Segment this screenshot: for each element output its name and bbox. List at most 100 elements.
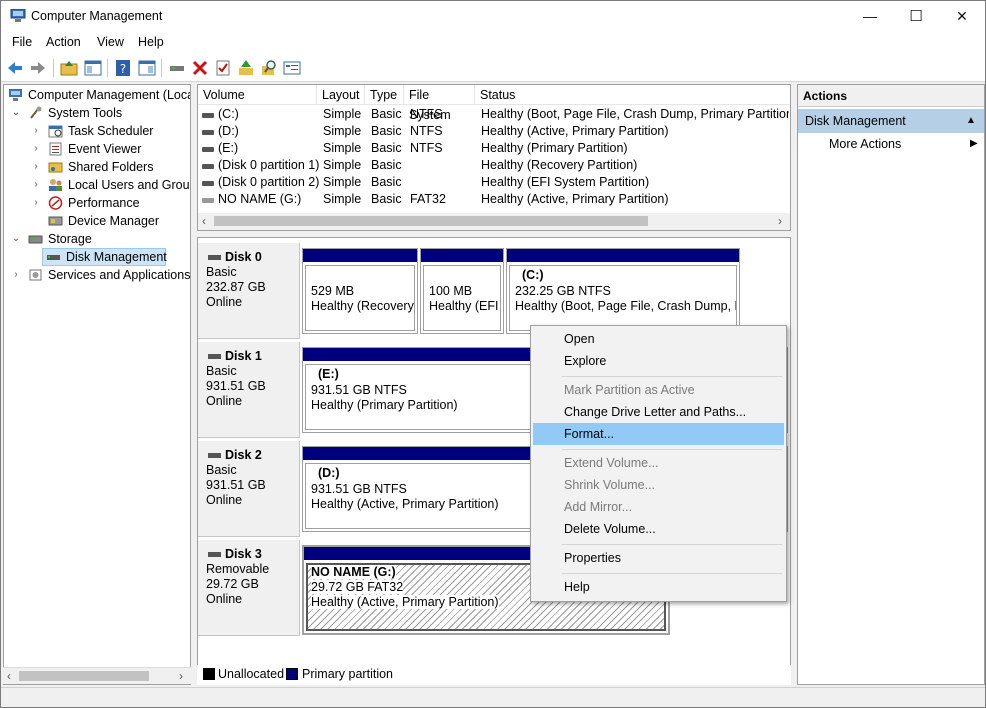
toolbar-separator <box>107 59 108 77</box>
tree-item-label: System Tools <box>48 106 123 120</box>
column-header-volume[interactable]: Volume <box>198 85 317 105</box>
tree-item-device-manager[interactable]: Device Manager <box>6 212 190 230</box>
tree-item-label: Services and Applications <box>48 268 191 282</box>
menu-item-properties[interactable]: Properties <box>533 547 784 569</box>
scroll-left-icon[interactable]: ‹ <box>202 214 206 228</box>
title-bar: Computer Management — ☐ ✕ <box>1 1 985 32</box>
menu-item-delete-volume[interactable]: Delete Volume... <box>533 518 784 540</box>
collapse-up-icon[interactable]: ▲ <box>966 109 976 133</box>
cell-status: Healthy (Active, Primary Partition) <box>481 192 669 206</box>
chevron-right-icon[interactable]: › <box>30 122 42 140</box>
tree-item-label: Storage <box>48 232 92 246</box>
chevron-right-icon[interactable]: › <box>30 158 42 176</box>
chevron-down-icon[interactable]: ⌄ <box>10 230 22 248</box>
column-header-file-system[interactable]: File System <box>404 85 475 122</box>
chevron-right-icon[interactable]: › <box>30 176 42 194</box>
more-actions-label: More Actions <box>829 137 902 151</box>
cell-file-system: NTFS <box>410 107 443 121</box>
properties-icon[interactable] <box>282 58 302 78</box>
actions-section-disk-management[interactable]: Disk Management ▲ <box>798 109 984 133</box>
submenu-arrow-icon[interactable]: ▶ <box>970 138 978 149</box>
tree-item-computer-management[interactable]: Computer Management (Local <box>6 86 190 104</box>
partition-disk0-efi[interactable]: 100 MB Healthy (EFI S <box>420 248 504 334</box>
column-header-status[interactable]: Status <box>475 85 790 105</box>
chevron-down-icon[interactable]: ⌄ <box>10 104 22 122</box>
menu-item-change-drive-letter[interactable]: Change Drive Letter and Paths... <box>533 401 784 423</box>
partition-disk0-recovery[interactable]: 529 MB Healthy (Recovery F <box>302 248 418 334</box>
disk-icon <box>208 354 221 359</box>
scroll-right-icon[interactable]: › <box>778 214 782 228</box>
menu-separator <box>562 544 782 545</box>
menu-file[interactable]: File <box>12 35 32 49</box>
column-header-type[interactable]: Type <box>365 85 404 105</box>
chevron-right-icon[interactable]: › <box>30 140 42 158</box>
show-pane-icon[interactable] <box>137 58 157 78</box>
search-icon[interactable] <box>259 58 279 78</box>
primary-partition-bar <box>507 249 739 262</box>
cell-volume: (C:) <box>218 107 239 121</box>
partition-status: Healthy (EFI S <box>429 299 500 313</box>
partition-size: 529 MB <box>311 284 355 298</box>
scrollbar-thumb[interactable] <box>214 216 648 226</box>
back-icon[interactable] <box>5 58 25 78</box>
volume-icon <box>202 164 214 169</box>
menu-item-open[interactable]: Open <box>533 328 784 350</box>
partition-status: Healthy (Active, Primary Partition) <box>311 497 499 511</box>
up-folder-icon[interactable] <box>59 58 79 78</box>
column-header-layout[interactable]: Layout <box>317 85 365 105</box>
chevron-right-icon[interactable]: › <box>30 194 42 212</box>
scrollbar-thumb[interactable] <box>19 671 149 681</box>
menu-separator <box>562 573 782 574</box>
cell-layout: Simple <box>323 158 362 172</box>
tree-item-task-scheduler[interactable]: › Task Scheduler <box>6 122 190 140</box>
disk-2-info[interactable]: Disk 2 Basic 931.51 GB Online <box>198 441 300 537</box>
tree-horizontal-scrollbar[interactable]: ‹ › <box>3 667 191 684</box>
cell-layout: Simple <box>323 107 362 121</box>
cell-layout: Simple <box>323 124 362 138</box>
disk-type: Basic <box>206 265 237 279</box>
menu-item-format[interactable]: Format... <box>533 423 784 445</box>
minimize-button[interactable]: — <box>847 1 893 32</box>
disk-3-info[interactable]: Disk 3 Removable 29.72 GB Online <box>198 540 300 636</box>
tree-item-label: Task Scheduler <box>68 124 154 138</box>
disk-0-info[interactable]: Disk 0 Basic 232.87 GB Online <box>198 243 300 339</box>
tree-item-local-users-groups[interactable]: › Local Users and Groups <box>6 176 190 194</box>
maximize-button[interactable]: ☐ <box>893 1 939 32</box>
volume-icon <box>202 113 214 118</box>
menu-view[interactable]: View <box>97 35 124 49</box>
tree-item-system-tools[interactable]: ⌄ System Tools <box>6 104 190 122</box>
delete-icon[interactable] <box>190 58 210 78</box>
cell-type: Basic <box>371 175 402 189</box>
cell-volume: (D:) <box>218 124 239 138</box>
menu-action[interactable]: Action <box>46 35 81 49</box>
check-icon[interactable] <box>213 58 233 78</box>
disk-size: 29.72 GB <box>206 577 259 591</box>
menu-item-explore[interactable]: Explore <box>533 350 784 372</box>
partition-disk0-c[interactable]: (C:) 232.25 GB NTFS Healthy (Boot, Page … <box>506 248 740 334</box>
volume-list-horizontal-scrollbar[interactable]: ‹ › <box>198 213 790 230</box>
chevron-right-icon[interactable]: › <box>10 266 22 284</box>
system-tools-icon <box>30 106 42 119</box>
disk-icon <box>208 453 221 458</box>
tree-item-performance[interactable]: › Performance <box>6 194 190 212</box>
menu-item-add-mirror: Add Mirror... <box>564 500 633 514</box>
close-button[interactable]: ✕ <box>939 1 985 32</box>
disk-1-info[interactable]: Disk 1 Basic 931.51 GB Online <box>198 342 300 438</box>
partition-status: Healthy (Primary Partition) <box>311 398 458 412</box>
tree-item-shared-folders[interactable]: › Shared Folders <box>6 158 190 176</box>
menu-item-help[interactable]: Help <box>533 576 784 598</box>
scroll-left-icon[interactable]: ‹ <box>7 669 11 683</box>
up-arrow-icon[interactable] <box>236 58 256 78</box>
menu-help[interactable]: Help <box>138 35 164 49</box>
more-actions[interactable]: More Actions <box>829 137 901 151</box>
connect-icon[interactable] <box>167 58 187 78</box>
tree-item-storage[interactable]: ⌄ Storage <box>6 230 190 248</box>
tree-item-disk-management[interactable]: Disk Management <box>42 248 167 266</box>
disk-icon <box>208 255 221 260</box>
tree-item-event-viewer[interactable]: › Event Viewer <box>6 140 190 158</box>
help-icon[interactable]: ? <box>113 58 133 78</box>
show-hide-tree-icon[interactable] <box>83 58 103 78</box>
scroll-right-icon[interactable]: › <box>179 669 183 683</box>
forward-icon[interactable] <box>28 58 48 78</box>
tree-item-services-applications[interactable]: › Services and Applications <box>6 266 190 284</box>
